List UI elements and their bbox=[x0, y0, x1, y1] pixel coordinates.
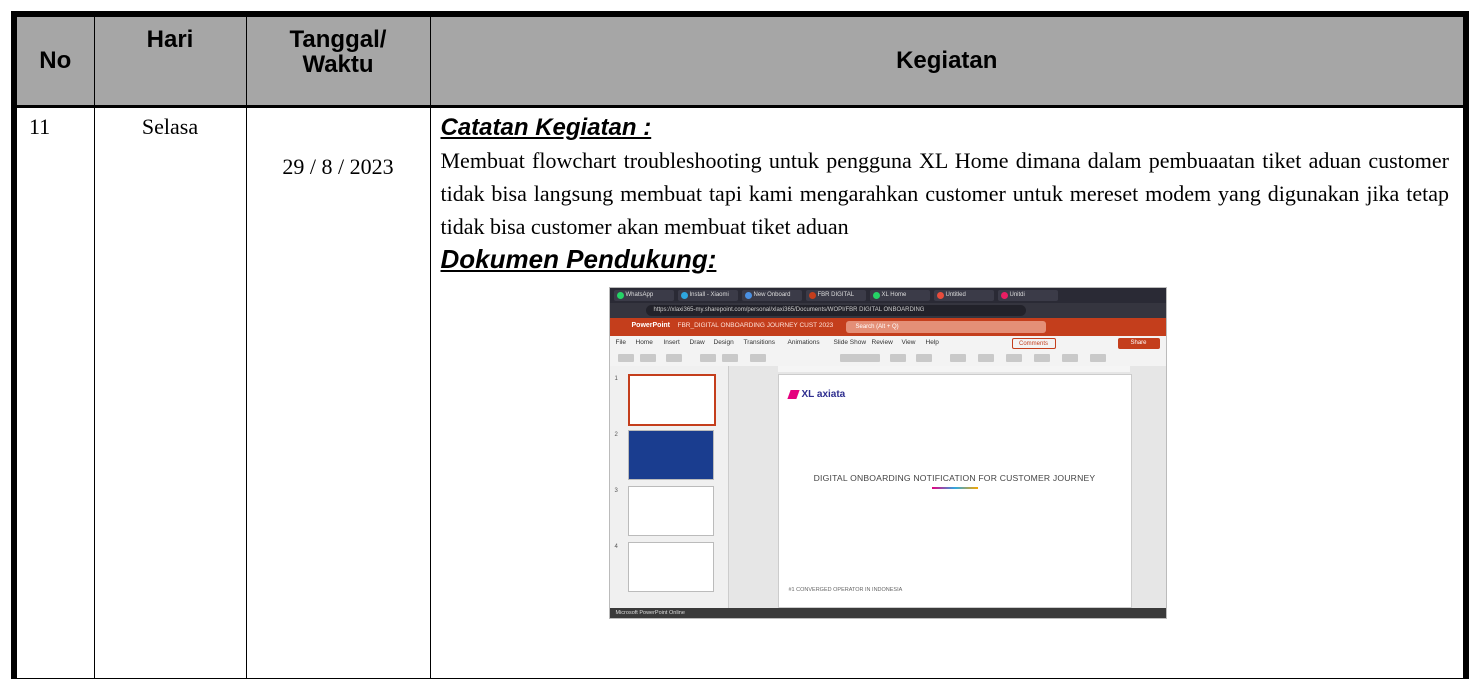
browser-tab: Unitdi bbox=[997, 290, 1058, 301]
powerpoint-title-bar: PowerPoint FBR_DIGITAL ONBOARDING JOURNE… bbox=[609, 318, 1166, 336]
ribbon-tab-strip: File Home Insert Draw Design Transitions… bbox=[609, 336, 1166, 350]
catatan-text: Membuat flowchart troubleshooting untuk … bbox=[440, 148, 1450, 239]
browser-tab: Install - Xiaomi bbox=[677, 290, 738, 301]
browser-tab: XL Home bbox=[869, 290, 930, 301]
tab-icon bbox=[744, 292, 752, 299]
ribbon-tab: Home bbox=[635, 339, 653, 346]
header-tanggal: Tanggal/Waktu bbox=[245, 11, 431, 107]
header-hari: Hari bbox=[93, 11, 247, 107]
slide-thumbnail-pane: 1 2 3 4 bbox=[609, 366, 729, 608]
cell-kegiatan: Catatan Kegiatan : Membuat flowchart tro… bbox=[429, 106, 1469, 679]
browser-tab: Untitled bbox=[933, 290, 994, 301]
browser-url-bar: https://xlaxi365-my.sharepoint.com/perso… bbox=[609, 303, 1166, 318]
header-no: No bbox=[11, 11, 95, 107]
supporting-screenshot: WhatsApp Install - Xiaomi New Onboard FB… bbox=[608, 287, 1167, 619]
ribbon-toolbar bbox=[609, 350, 1166, 367]
status-bar: Microsoft PowerPoint Online bbox=[609, 608, 1166, 618]
xl-axiata-logo: XL axiata bbox=[786, 389, 845, 400]
slide-accent-line bbox=[931, 487, 978, 489]
ribbon-tab: Animations bbox=[787, 339, 820, 346]
ribbon-tab: Transitions bbox=[743, 339, 776, 346]
powerpoint-icon bbox=[808, 292, 816, 299]
browser-tab-strip: WhatsApp Install - Xiaomi New Onboard FB… bbox=[609, 288, 1166, 303]
file-name: FBR_DIGITAL ONBOARDING JOURNEY CUST 2023 bbox=[677, 322, 834, 329]
ribbon-tab: Insert bbox=[663, 339, 680, 346]
tab-icon bbox=[872, 292, 880, 299]
dokumen-heading: Dokumen Pendukung: bbox=[440, 244, 717, 274]
catatan-heading: Catatan Kegiatan : bbox=[440, 114, 652, 141]
cell-hari: Selasa bbox=[93, 106, 247, 679]
slide-thumbnail bbox=[627, 374, 716, 426]
slide-title: DIGITAL ONBOARDING NOTIFICATION FOR CUST… bbox=[813, 473, 1096, 483]
header-tanggal-line1: Tanggal/ bbox=[289, 26, 387, 53]
page-top-margin bbox=[0, 0, 1480, 10]
slide-thumbnail bbox=[627, 542, 714, 592]
ribbon-tab: Draw bbox=[689, 339, 705, 346]
ribbon-tab: File bbox=[615, 339, 626, 346]
app-name: PowerPoint bbox=[631, 322, 671, 329]
ribbon-tab: Review bbox=[871, 339, 893, 346]
comments-button: Comments bbox=[1011, 338, 1056, 349]
slide-canvas: XL axiata DIGITAL ONBOARDING NOTIFICATIO… bbox=[777, 374, 1132, 608]
header-kegiatan: Kegiatan bbox=[429, 11, 1469, 107]
editor-workspace: 1 2 3 4 XL axiata DIGITAL ONBOARDING NOT… bbox=[609, 366, 1166, 608]
slide-thumbnail bbox=[627, 430, 714, 480]
browser-tab: New Onboard bbox=[741, 290, 802, 301]
whatsapp-icon bbox=[616, 292, 624, 299]
ribbon-tab: View bbox=[901, 339, 916, 346]
table-row: 11 Selasa 29 / 8 / 2023 Catatan Kegiatan… bbox=[11, 106, 1469, 679]
slide-footer: #1 CONVERGED OPERATOR IN INDONESIA bbox=[788, 587, 903, 593]
tab-icon bbox=[680, 292, 688, 299]
ribbon-tab: Design bbox=[713, 339, 734, 346]
cell-tanggal: 29 / 8 / 2023 bbox=[245, 106, 431, 679]
ribbon-tab: Slide Show bbox=[833, 339, 867, 346]
ribbon-tab: Help bbox=[925, 339, 939, 346]
ruler bbox=[777, 366, 1130, 372]
table-header-row: No Hari Tanggal/Waktu Kegiatan bbox=[11, 11, 1469, 107]
activity-log-table: No Hari Tanggal/Waktu Kegiatan 11 Selasa… bbox=[11, 11, 1469, 679]
browser-tab: WhatsApp bbox=[613, 290, 674, 301]
browser-tab: FBR DIGITAL bbox=[805, 290, 866, 301]
url-field: https://xlaxi365-my.sharepoint.com/perso… bbox=[645, 305, 1026, 316]
share-button: Share bbox=[1117, 338, 1160, 349]
slide-thumbnail bbox=[627, 486, 714, 536]
cell-no: 11 bbox=[11, 106, 95, 679]
tab-icon bbox=[1000, 292, 1008, 299]
tab-icon bbox=[936, 292, 944, 299]
search-field: Search (Alt + Q) bbox=[845, 321, 1046, 333]
header-tanggal-line2: Waktu bbox=[302, 51, 374, 79]
